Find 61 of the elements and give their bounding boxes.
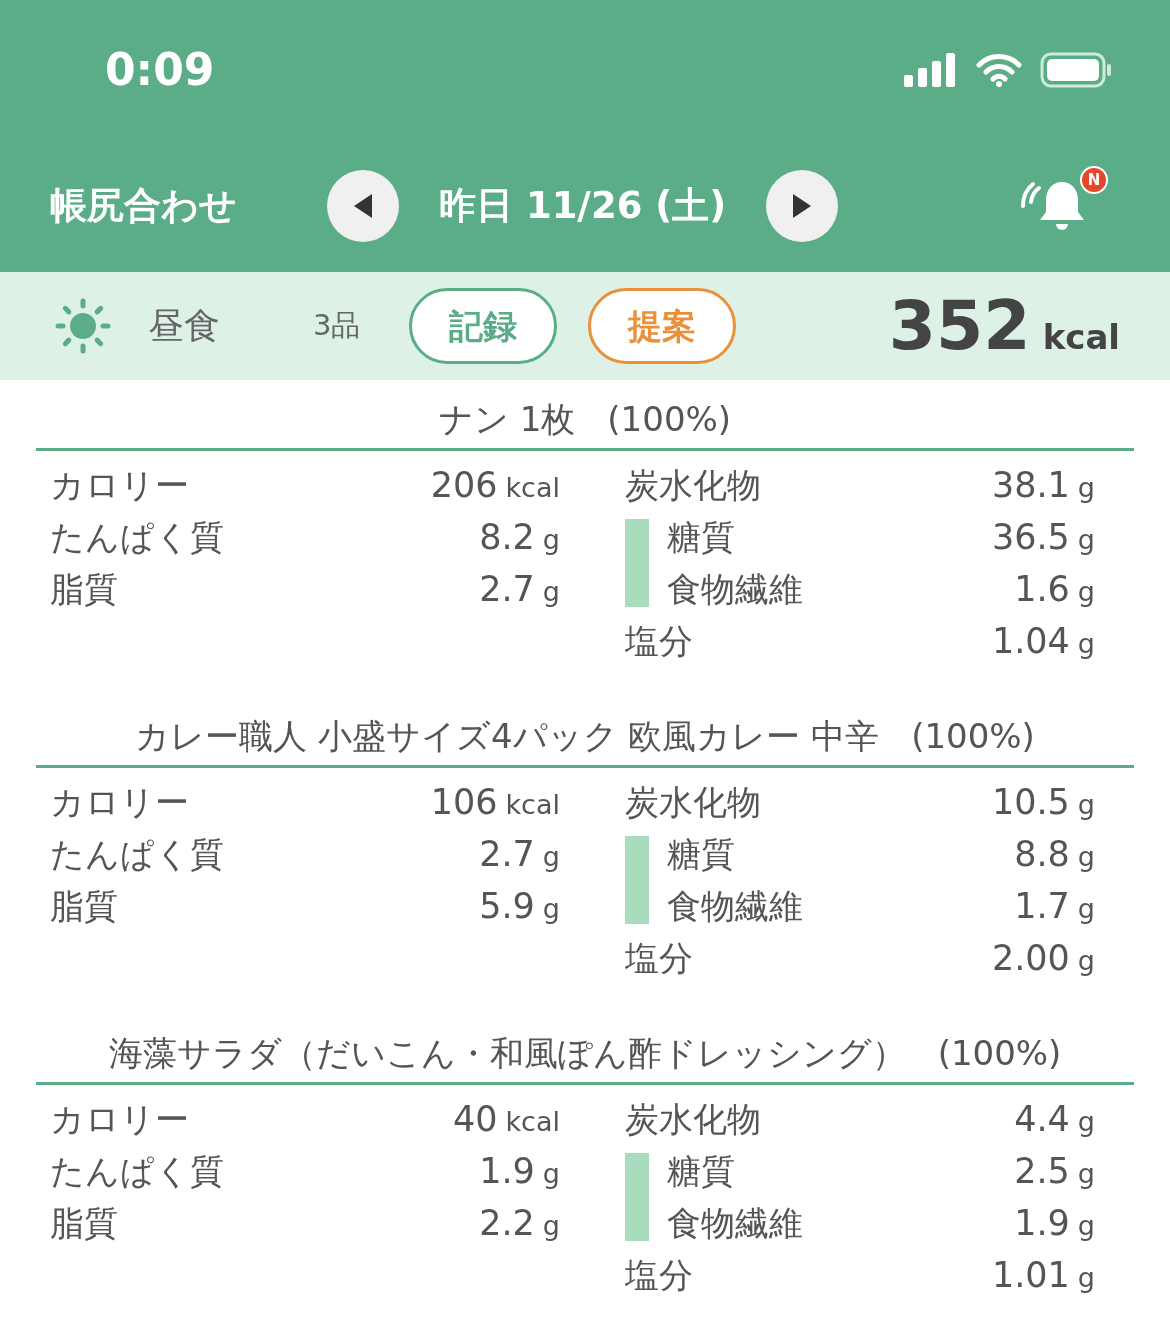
food-name: カレー職人 小盛サイズ4パック 欧風カレー 中辛 <box>135 714 880 758</box>
record-button[interactable]: 記録 <box>409 288 557 364</box>
nutrient-value: 5.9 g <box>478 884 560 928</box>
nutrient-label: 塩分 <box>625 1253 694 1297</box>
nutrient-value: 2.7 g <box>478 832 560 876</box>
wifi-icon <box>976 53 1022 87</box>
nutrient-value: 1.6 g <box>1014 567 1095 611</box>
meal-name: 昼食 <box>148 304 221 348</box>
nutrient-label: 炭水化物 <box>625 463 762 507</box>
nutrient-value: 1.04 g <box>991 619 1095 663</box>
nutrient-label: カロリー <box>50 1097 190 1141</box>
food-name: ナン 1枚 <box>438 397 576 441</box>
nutrient-label: 塩分 <box>625 936 694 980</box>
nutrient-label: たんぱく質 <box>50 832 225 876</box>
signal-icon <box>904 53 956 87</box>
nutrient-value: 2.7 g <box>478 567 560 611</box>
nutrient-value: 2.5 g <box>1014 1149 1095 1193</box>
food-portion: (100%) <box>911 714 1035 758</box>
food-portion: (100%) <box>937 1031 1062 1075</box>
nutrient-label: たんぱく質 <box>50 515 225 559</box>
nutrient-value: 2.2 g <box>478 1201 560 1245</box>
nutrient-label: 食物繊維 <box>666 1201 804 1245</box>
suggest-button[interactable]: 提案 <box>588 288 736 364</box>
nutrient-label: 糖質 <box>666 832 736 876</box>
food-portion: (100%) <box>607 397 732 441</box>
nutrient-value: 36.5 g <box>991 515 1095 559</box>
item-count: 3品 <box>313 307 362 345</box>
nutrient-label: 食物繊維 <box>666 884 804 928</box>
nutrient-label: カロリー <box>50 463 190 507</box>
nutrient-label: 食物繊維 <box>666 567 804 611</box>
nutrient-label: 塩分 <box>625 619 694 663</box>
nutrient-label: カロリー <box>50 780 190 824</box>
nutrient-label: 糖質 <box>666 1149 736 1193</box>
nutrient-value: 38.1 g <box>991 463 1095 507</box>
battery-icon <box>1040 52 1112 88</box>
nutrient-value: 1.7 g <box>1014 884 1095 928</box>
nutrient-label: 炭水化物 <box>625 780 762 824</box>
nutrient-label: 脂質 <box>50 567 119 611</box>
nutrient-value: 1.9 g <box>478 1149 560 1193</box>
nutrient-label: 糖質 <box>666 515 736 559</box>
food-name: 海藻サラダ（だいこん・和風ぽん酢ドレッシング） <box>108 1031 906 1075</box>
notification-badge: N <box>1080 166 1108 194</box>
nutrient-value: 40 kcal <box>451 1097 560 1141</box>
left-arrow-icon <box>352 192 374 220</box>
total-calories: 352 kcal <box>888 285 1120 367</box>
date-label: 昨日 11/26 (土) <box>439 183 727 230</box>
nutrient-value: 2.00 g <box>991 936 1095 980</box>
nutrient-value: 1.01 g <box>991 1253 1095 1297</box>
status-time: 0:09 <box>105 43 215 97</box>
nutrient-label: 炭水化物 <box>625 1097 762 1141</box>
page-title: 帳尻合わせ <box>50 183 238 230</box>
nutrient-value: 4.4 g <box>1014 1097 1095 1141</box>
nutrient-value: 8.2 g <box>478 515 560 559</box>
nutrient-value: 1.9 g <box>1014 1201 1095 1245</box>
nutrient-label: 脂質 <box>50 1201 119 1245</box>
nutrient-value: 206 kcal <box>429 463 560 507</box>
nutrient-value: 106 kcal <box>429 780 560 824</box>
nutrient-label: たんぱく質 <box>50 1149 225 1193</box>
nutrient-label: 脂質 <box>50 884 119 928</box>
nutrient-value: 8.8 g <box>1014 832 1095 876</box>
nutrient-value: 10.5 g <box>991 780 1095 824</box>
